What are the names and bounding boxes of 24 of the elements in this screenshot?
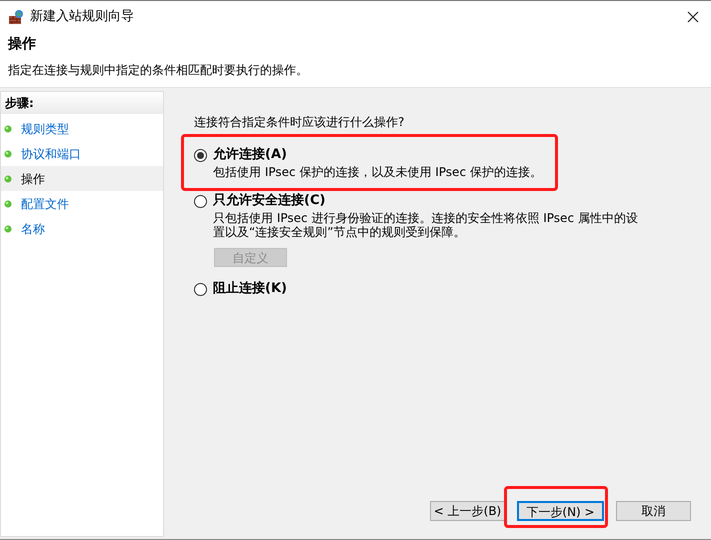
firewall-globe-icon [8, 8, 24, 24]
option-description: 包括使用 IPsec 保护的连接，以及未使用 IPsec 保护的连接。 [212, 165, 543, 179]
option-description: 只包括使用 IPsec 进行身份验证的连接。连接的安全性将依照 IPsec 属性中的设置以及“连接安全规则”节点中的规则受到保障。 [212, 211, 639, 239]
step-item[interactable]: 配置文件 [1, 191, 163, 216]
question-text: 连接符合指定条件时应该进行什么操作? [194, 114, 406, 131]
radio-option[interactable]: 阻止连接(K) [194, 279, 287, 299]
bullet-icon [4, 200, 12, 208]
bullet-icon [4, 224, 12, 232]
wizard-button[interactable]: 下一步(N) > [517, 501, 604, 521]
step-item[interactable]: 规则类型 [1, 116, 163, 141]
bullet-icon [4, 174, 12, 182]
wizard-button[interactable]: < 上一步(B) [430, 501, 505, 521]
close-icon[interactable] [687, 10, 699, 22]
step-item[interactable]: 名称 [1, 216, 163, 241]
wizard-button[interactable]: 取消 [616, 501, 691, 521]
step-item[interactable]: 操作 [1, 166, 163, 191]
radio-option[interactable]: 只允许安全连接(C) [194, 191, 326, 211]
step-item[interactable]: 协议和端口 [1, 141, 163, 166]
page-heading: 操作 [8, 35, 37, 54]
page-description: 指定在连接与规则中指定的条件相匹配时要执行的操作。 [8, 62, 309, 79]
radio-option[interactable]: 允许连接(A) [194, 145, 287, 165]
bullet-icon [4, 150, 12, 158]
bullet-icon [4, 124, 12, 132]
window-title: 新建入站规则向导 [30, 8, 134, 26]
